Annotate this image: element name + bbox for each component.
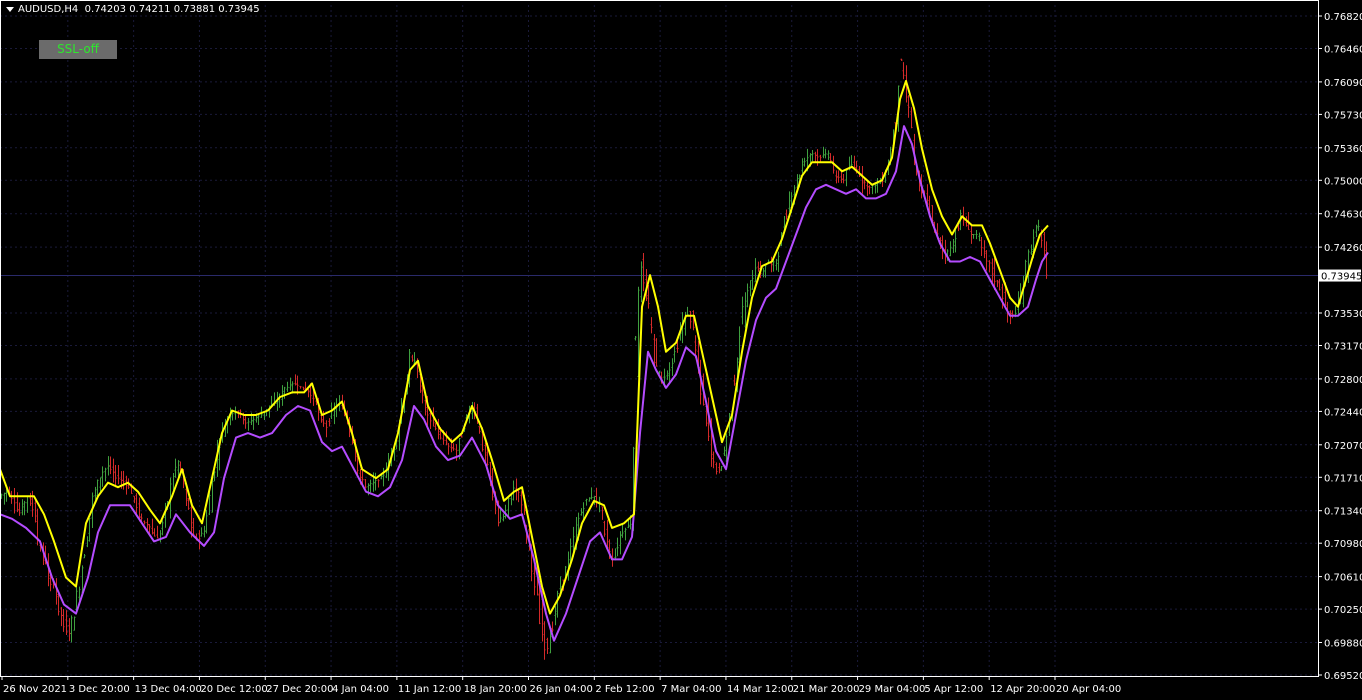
x-tick-label: 18 Jan 20:00 xyxy=(464,684,527,695)
y-tick-label: 0.73170 xyxy=(1324,342,1362,353)
current-price-label: 0.73945 xyxy=(1321,272,1362,283)
x-tick-label: 26 Nov 2021 xyxy=(3,684,67,695)
x-tick-label: 26 Jan 04:00 xyxy=(530,684,593,695)
x-tick-label: 5 Apr 12:00 xyxy=(924,684,983,695)
x-tick-label: 13 Dec 04:00 xyxy=(135,684,202,695)
y-tick-label: 0.74260 xyxy=(1324,243,1362,254)
y-tick-label: 0.70610 xyxy=(1324,573,1362,584)
y-tick-label: 0.69520 xyxy=(1324,671,1362,682)
price-chart[interactable]: 0.76820 0.76460 0.76090 0.75730 0.75360 0.750… xyxy=(0,0,1362,700)
candles xyxy=(0,58,1048,660)
y-tick-label: 0.70250 xyxy=(1324,605,1362,616)
ohlc-values: 0.74203 0.74211 0.73881 0.73945 xyxy=(84,4,260,15)
y-tick-label: 0.75360 xyxy=(1324,144,1362,155)
dropdown-triangle-icon[interactable] xyxy=(6,6,14,12)
x-tick-label: 12 Apr 20:00 xyxy=(990,684,1055,695)
x-tick-label: 29 Mar 04:00 xyxy=(859,684,926,695)
y-tick-label: 0.76090 xyxy=(1324,78,1362,89)
x-tick-label: 7 Mar 04:00 xyxy=(661,684,721,695)
x-tick-label: 4 Jan 04:00 xyxy=(332,684,389,695)
x-tick-label: 21 Mar 20:00 xyxy=(793,684,860,695)
symbol-label: AUDUSD,H4 xyxy=(18,4,79,15)
y-tick-label: 0.69880 xyxy=(1324,639,1362,650)
y-tick-label: 0.76820 xyxy=(1324,12,1362,23)
x-tick-label: 27 Dec 20:00 xyxy=(266,684,333,695)
grid xyxy=(0,5,1318,676)
symbol-info: AUDUSD,H4 0.74203 0.74211 0.73881 0.7394… xyxy=(6,4,260,15)
x-tick-label: 14 Mar 12:00 xyxy=(727,684,794,695)
y-tick-label: 0.71710 xyxy=(1324,473,1362,484)
y-tick-label: 0.74630 xyxy=(1324,210,1362,221)
y-tick-label: 0.75730 xyxy=(1324,110,1362,121)
axes: 0.76820 0.76460 0.76090 0.75730 0.75360 0.750… xyxy=(0,0,1362,695)
y-tick-label: 0.72800 xyxy=(1324,375,1362,386)
plot-frame xyxy=(0,0,1319,677)
ssl-toggle-button[interactable]: SSL-off xyxy=(39,40,117,59)
y-tick-label: 0.72070 xyxy=(1324,441,1362,452)
x-tick-label: 3 Dec 20:00 xyxy=(69,684,130,695)
y-tick-label: 0.72440 xyxy=(1324,407,1362,418)
x-tick-label: 20 Apr 04:00 xyxy=(1056,684,1121,695)
ssl-lower-line xyxy=(0,125,1049,642)
x-tick-label: 2 Feb 12:00 xyxy=(595,684,654,695)
x-tick-label: 20 Dec 12:00 xyxy=(200,684,267,695)
y-tick-label: 0.73530 xyxy=(1324,309,1362,320)
ssl-channel xyxy=(0,80,1049,642)
y-tick-label: 0.71340 xyxy=(1324,507,1362,518)
x-tick-label: 11 Jan 12:00 xyxy=(398,684,461,695)
y-tick-label: 0.75000 xyxy=(1324,176,1362,187)
y-tick-label: 0.76460 xyxy=(1324,44,1362,55)
y-tick-label: 0.70980 xyxy=(1324,539,1362,550)
